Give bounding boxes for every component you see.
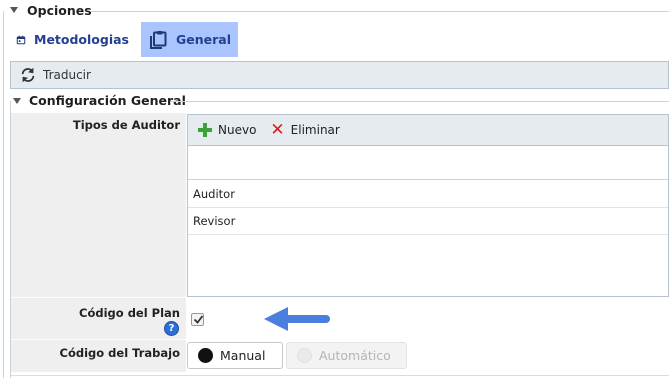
manual-label: Manual (220, 348, 266, 363)
delete-button[interactable]: ✕ Eliminar (270, 120, 340, 140)
opciones-border (3, 11, 4, 378)
tipos-auditor-grid: Nuevo ✕ Eliminar Auditor Revisor (187, 114, 669, 297)
legend-line (90, 11, 669, 12)
opciones-legend[interactable]: Opciones (0, 0, 669, 22)
pointer-arrow-icon (264, 307, 330, 331)
calendar-icon (16, 35, 26, 44)
codigo-plan-checkbox[interactable] (191, 313, 204, 326)
radio-selected-icon (198, 348, 213, 363)
legend-line (171, 101, 669, 102)
help-icon[interactable]: ? (164, 321, 179, 336)
grid-toolbar: Nuevo ✕ Eliminar (188, 115, 668, 146)
filter-input[interactable] (188, 146, 668, 179)
clipboard-icon (150, 30, 167, 49)
tipos-auditor-label-cell: Tipos de Auditor (11, 113, 186, 297)
tab-metodologias[interactable]: Metodologias (10, 22, 135, 57)
config-legend-label: Configuración General (29, 93, 186, 108)
tab-general[interactable]: General (141, 22, 238, 57)
collapse-triangle-icon[interactable] (13, 98, 21, 104)
tipos-auditor-label: Tipos de Auditor (72, 118, 180, 132)
checkmark-icon (193, 315, 204, 324)
automatico-label: Automático (319, 348, 391, 363)
codigo-plan-label: Código del Plan (79, 306, 180, 320)
radio-unselected-icon (297, 348, 312, 363)
config-legend[interactable]: Configuración General (10, 91, 669, 111)
translate-label: Traducir (43, 68, 91, 82)
opciones-legend-label: Opciones (27, 3, 92, 18)
delete-x-icon: ✕ (270, 120, 285, 140)
tab-metodologias-label: Metodologias (34, 32, 129, 47)
new-label: Nuevo (218, 123, 257, 137)
tab-general-label: General (176, 32, 231, 47)
filter-row[interactable] (188, 146, 668, 180)
collapse-triangle-icon[interactable] (10, 7, 18, 13)
translate-button[interactable]: Traducir (10, 61, 669, 89)
delete-label: Eliminar (290, 123, 340, 137)
refresh-icon (21, 67, 35, 83)
plus-icon (198, 123, 212, 137)
divider (11, 375, 669, 376)
automatico-radio-button[interactable]: Automático (286, 342, 407, 369)
codigo-trabajo-label-cell: Código del Trabajo (11, 340, 186, 372)
table-row[interactable]: Revisor (188, 208, 668, 235)
table-row[interactable]: Auditor (188, 181, 668, 208)
manual-radio-button[interactable]: Manual (187, 342, 283, 369)
codigo-trabajo-label: Código del Trabajo (59, 346, 180, 360)
codigo-plan-label-cell: Código del Plan (11, 298, 186, 339)
new-button[interactable]: Nuevo (198, 123, 256, 137)
